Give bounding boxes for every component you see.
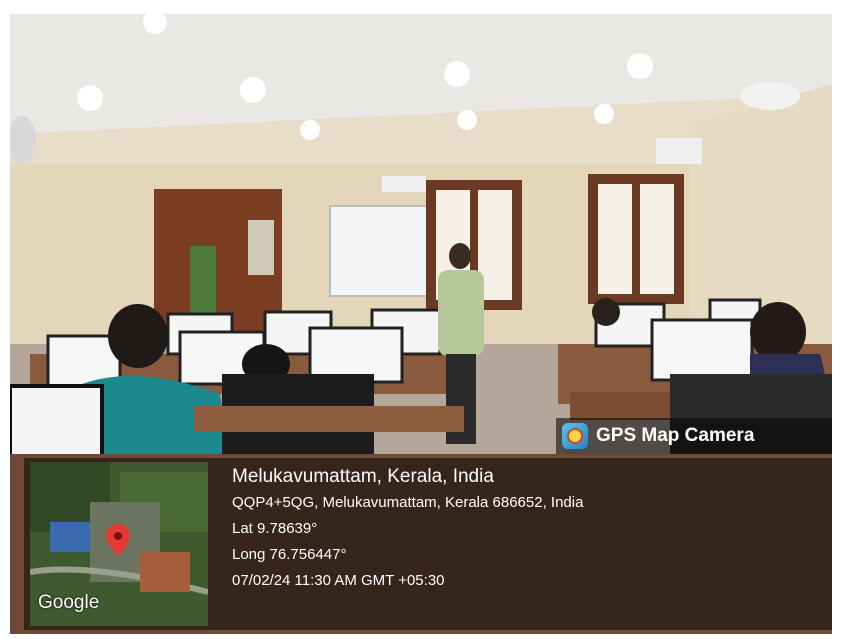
badge-title: GPS Map Camera [596,425,755,446]
address: QQP4+5QG, Melukavumattam, Kerala 686652,… [232,494,584,511]
location-info: Melukavumattam, Kerala, India QQP4+5QG, … [232,466,583,598]
gps-map-camera-badge: GPS Map Camera [556,418,832,454]
latitude: Lat 9.78639° [232,520,318,537]
longitude: Long 76.756447° [232,546,347,563]
google-attribution: Google [38,592,100,613]
datetime: 07/02/24 11:30 AM GMT +05:30 [232,572,445,589]
camera-pin-icon [562,423,588,449]
place-name: Melukavumattam, Kerala, India [232,466,494,487]
